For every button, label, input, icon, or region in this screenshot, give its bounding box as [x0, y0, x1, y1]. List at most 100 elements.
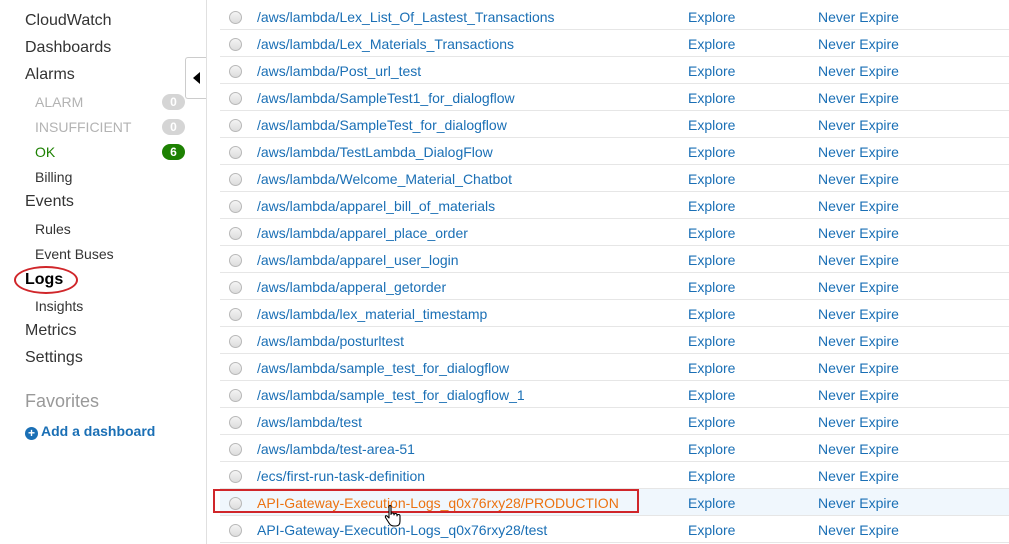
retention-setting-link[interactable]: Never Expire — [818, 306, 899, 322]
log-group-row[interactable]: /aws/lambda/TestLambda_DialogFlow Explore… — [220, 138, 1009, 165]
retention-setting-link[interactable]: Never Expire — [818, 9, 899, 25]
log-group-row[interactable]: /aws/lambda/lex_material_timestamp Explor… — [220, 300, 1009, 327]
nav-billing[interactable]: Billing — [35, 169, 72, 185]
explore-link[interactable]: Explore — [688, 414, 735, 430]
log-group-row[interactable]: /aws/lambda/posturltest Explore Never Expi… — [220, 327, 1009, 354]
log-group-name-link[interactable]: /aws/lambda/Lex_Materials_Transactions — [257, 36, 514, 52]
log-group-name-link[interactable]: /ecs/first-run-task-definition — [257, 468, 425, 484]
retention-setting-link[interactable]: Never Expire — [818, 171, 899, 187]
nav-insights[interactable]: Insights — [35, 298, 83, 314]
log-group-name-link[interactable]: /aws/lambda/apparel_user_login — [257, 252, 459, 268]
explore-link[interactable]: Explore — [688, 225, 735, 241]
log-group-radio[interactable] — [229, 119, 242, 132]
retention-setting-link[interactable]: Never Expire — [818, 225, 899, 241]
log-group-name-link[interactable]: /aws/lambda/Lex_List_Of_Lastest_Transact… — [257, 9, 555, 25]
explore-link[interactable]: Explore — [688, 522, 735, 538]
log-group-row[interactable]: /aws/lambda/sample_test_for_dialogflow Ex… — [220, 354, 1009, 381]
log-group-row[interactable]: /aws/lambda/apparel_user_login Explore Nev… — [220, 246, 1009, 273]
log-group-radio[interactable] — [229, 38, 242, 51]
retention-setting-link[interactable]: Never Expire — [818, 144, 899, 160]
retention-setting-link[interactable]: Never Expire — [818, 495, 899, 511]
log-group-name-link[interactable]: /aws/lambda/test-area-51 — [257, 441, 415, 457]
log-group-radio[interactable] — [229, 173, 242, 186]
retention-setting-link[interactable]: Never Expire — [818, 522, 899, 538]
nav-metrics[interactable]: Metrics — [25, 322, 77, 340]
log-group-radio[interactable] — [229, 200, 242, 213]
log-group-radio[interactable] — [229, 308, 242, 321]
retention-setting-link[interactable]: Never Expire — [818, 63, 899, 79]
retention-setting-link[interactable]: Never Expire — [818, 36, 899, 52]
log-group-radio[interactable] — [229, 389, 242, 402]
log-group-name-link[interactable]: /aws/lambda/Welcome_Material_Chatbot — [257, 171, 512, 187]
log-group-name-link[interactable]: /aws/lambda/apperal_getorder — [257, 279, 446, 295]
log-group-row[interactable]: API-Gateway-Execution-Logs_q0x76rxy28/te… — [220, 516, 1009, 543]
log-group-radio[interactable] — [229, 416, 242, 429]
explore-link[interactable]: Explore — [688, 306, 735, 322]
log-group-row[interactable]: /aws/lambda/SampleTest_for_dialogflow Exp… — [220, 111, 1009, 138]
retention-setting-link[interactable]: Never Expire — [818, 198, 899, 214]
log-group-name-link[interactable]: /aws/lambda/Post_url_test — [257, 63, 421, 79]
nav-alarm-state-ok[interactable]: OK — [35, 144, 55, 160]
nav-events[interactable]: Events — [25, 193, 74, 211]
log-group-row[interactable]: /aws/lambda/Lex_Materials_Transactions Ex… — [220, 30, 1009, 57]
log-group-row[interactable]: API-Gateway-Execution-Logs_q0x76rxy28/PR… — [220, 489, 1009, 516]
explore-link[interactable]: Explore — [688, 279, 735, 295]
log-group-radio[interactable] — [229, 281, 242, 294]
log-group-radio[interactable] — [229, 11, 242, 24]
retention-setting-link[interactable]: Never Expire — [818, 279, 899, 295]
retention-setting-link[interactable]: Never Expire — [818, 333, 899, 349]
explore-link[interactable]: Explore — [688, 9, 735, 25]
log-group-name-link[interactable]: /aws/lambda/sample_test_for_dialogflow_1 — [257, 387, 525, 403]
log-group-radio[interactable] — [229, 443, 242, 456]
nav-logs[interactable]: Logs — [25, 271, 63, 289]
nav-alarms[interactable]: Alarms — [25, 66, 75, 84]
log-group-radio[interactable] — [229, 65, 242, 78]
log-group-name-link[interactable]: /aws/lambda/test — [257, 414, 362, 430]
log-group-row[interactable]: /aws/lambda/apparel_place_order Explore Ne… — [220, 219, 1009, 246]
explore-link[interactable]: Explore — [688, 198, 735, 214]
log-group-name-link[interactable]: /aws/lambda/TestLambda_DialogFlow — [257, 144, 493, 160]
log-group-name-link[interactable]: /aws/lambda/SampleTest_for_dialogflow — [257, 117, 507, 133]
explore-link[interactable]: Explore — [688, 495, 735, 511]
log-group-row[interactable]: /aws/lambda/apperal_getorder Explore Never… — [220, 273, 1009, 300]
log-group-radio[interactable] — [229, 335, 242, 348]
log-group-name-link[interactable]: /aws/lambda/SampleTest1_for_dialogflow — [257, 90, 515, 106]
log-group-row[interactable]: /aws/lambda/test-area-51 Explore Never Exp… — [220, 435, 1009, 462]
nav-rules[interactable]: Rules — [35, 221, 71, 237]
nav-cloudwatch[interactable]: CloudWatch — [25, 12, 112, 30]
explore-link[interactable]: Explore — [688, 333, 735, 349]
log-group-row[interactable]: /ecs/first-run-task-definition Explore Nev… — [220, 462, 1009, 489]
retention-setting-link[interactable]: Never Expire — [818, 117, 899, 133]
retention-setting-link[interactable]: Never Expire — [818, 468, 899, 484]
collapse-sidebar-button[interactable] — [185, 57, 207, 99]
log-group-name-link[interactable]: /aws/lambda/lex_material_timestamp — [257, 306, 487, 322]
explore-link[interactable]: Explore — [688, 63, 735, 79]
log-group-radio[interactable] — [229, 470, 242, 483]
explore-link[interactable]: Explore — [688, 387, 735, 403]
log-group-radio[interactable] — [229, 497, 242, 510]
retention-setting-link[interactable]: Never Expire — [818, 441, 899, 457]
log-group-radio[interactable] — [229, 227, 242, 240]
log-group-name-link[interactable]: /aws/lambda/posturltest — [257, 333, 404, 349]
log-group-name-link[interactable]: /aws/lambda/apparel_place_order — [257, 225, 468, 241]
add-dashboard-link[interactable]: + Add a dashboard — [25, 423, 155, 440]
log-group-radio[interactable] — [229, 254, 242, 267]
log-group-row[interactable]: /aws/lambda/SampleTest1_for_dialogflow Ex… — [220, 84, 1009, 111]
log-group-row[interactable]: /aws/lambda/Lex_List_Of_Lastest_Transact… — [220, 3, 1009, 30]
explore-link[interactable]: Explore — [688, 468, 735, 484]
retention-setting-link[interactable]: Never Expire — [818, 387, 899, 403]
retention-setting-link[interactable]: Never Expire — [818, 252, 899, 268]
explore-link[interactable]: Explore — [688, 360, 735, 376]
log-group-name-link[interactable]: API-Gateway-Execution-Logs_q0x76rxy28/te… — [257, 522, 547, 538]
log-group-row[interactable]: /aws/lambda/test Explore Never Expire — [220, 408, 1009, 435]
log-group-row[interactable]: /aws/lambda/sample_test_for_dialogflow_1… — [220, 381, 1009, 408]
explore-link[interactable]: Explore — [688, 117, 735, 133]
explore-link[interactable]: Explore — [688, 441, 735, 457]
log-group-radio[interactable] — [229, 362, 242, 375]
log-group-name-link[interactable]: /aws/lambda/sample_test_for_dialogflow — [257, 360, 509, 376]
retention-setting-link[interactable]: Never Expire — [818, 360, 899, 376]
log-group-radio[interactable] — [229, 92, 242, 105]
log-group-name-link[interactable]: /aws/lambda/apparel_bill_of_materials — [257, 198, 495, 214]
nav-settings[interactable]: Settings — [25, 349, 83, 367]
nav-dashboards[interactable]: Dashboards — [25, 39, 111, 57]
